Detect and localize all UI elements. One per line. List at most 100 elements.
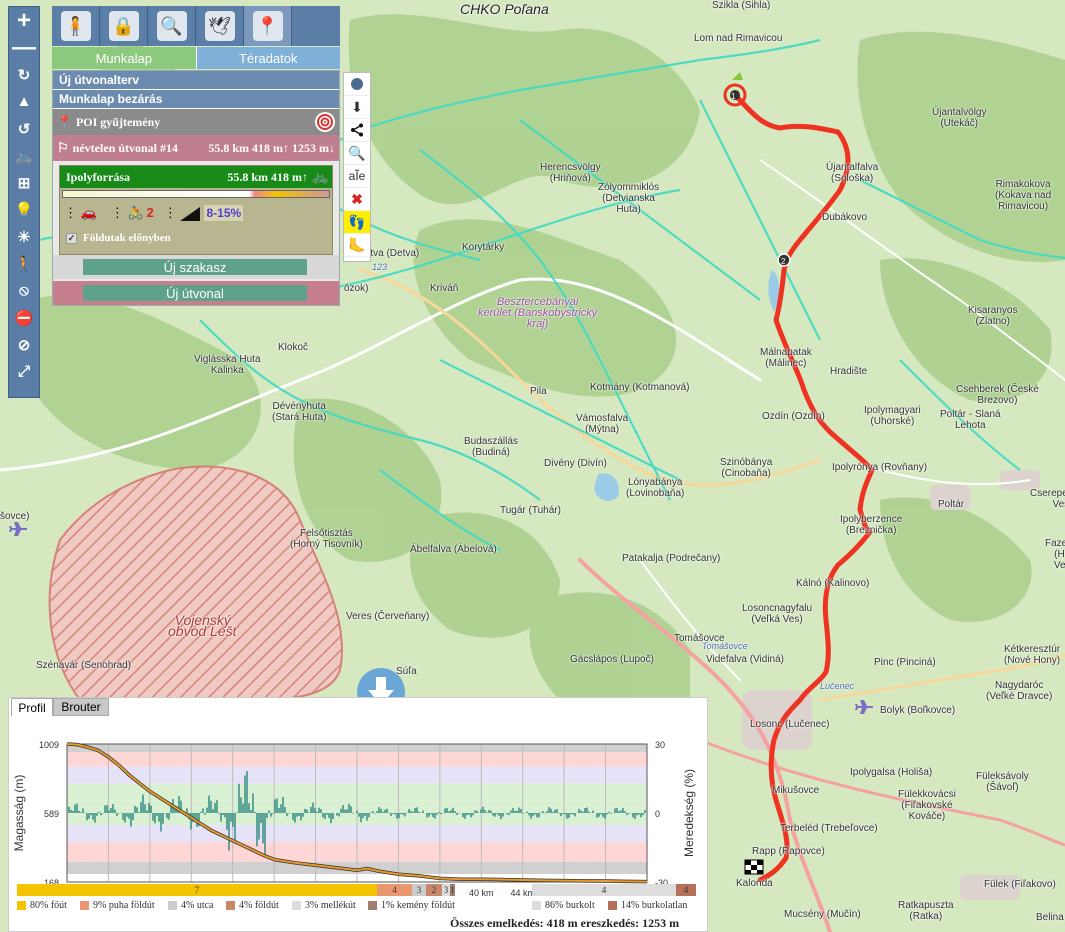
rotate-right-icon[interactable]: ↺ bbox=[9, 115, 39, 142]
no-bike-icon[interactable]: ⦸ bbox=[9, 277, 39, 304]
new-plan-button[interactable]: Új útvonalterv bbox=[53, 71, 339, 90]
lock-button[interactable]: 🔒 bbox=[100, 6, 148, 46]
place-label: Rapp (Rapovce) bbox=[752, 846, 825, 857]
segment-header[interactable]: Ipolyforrása 55.8 km 418 m↑ 🚲 bbox=[60, 166, 332, 188]
segment-box: Ipolyforrása 55.8 km 418 m↑ 🚲 ⋮ 🚗 ⋮ 🚴 2 ⋮… bbox=[59, 165, 333, 255]
elevation-chart[interactable]: 0 km4 km8 km12 km16 km20 km24 km28 km32 … bbox=[9, 716, 709, 906]
walker-icon[interactable]: 🚶 bbox=[9, 250, 39, 277]
layers-icon[interactable]: ⊞ bbox=[9, 169, 39, 196]
route-flag-icon: ⚐ bbox=[57, 140, 69, 155]
place-label: Belina bbox=[1036, 912, 1064, 923]
place-label: Ipolyrónya (Rovňany) bbox=[832, 462, 928, 473]
legend-swatch bbox=[608, 901, 617, 910]
place-label: Hradište bbox=[830, 366, 868, 377]
car-icon: 🚗 bbox=[80, 205, 97, 220]
share-icon[interactable] bbox=[344, 119, 370, 142]
surface-bar-segment: 3 bbox=[442, 884, 450, 896]
place-label: Újantalfalva (Sološka) bbox=[826, 162, 879, 184]
place-label: Mucsény (Mučín) bbox=[784, 909, 861, 920]
y2-axis-title: Meredekség (%) bbox=[682, 769, 696, 857]
panel-tabs: Munkalap Téradatok bbox=[52, 47, 340, 69]
zoom-in-icon[interactable]: + bbox=[9, 7, 39, 34]
tab-worksheet[interactable]: Munkalap bbox=[52, 47, 197, 69]
tab-spatial-data[interactable]: Téradatok bbox=[196, 47, 340, 69]
place-label: Szénavár (Senohrad) bbox=[36, 660, 132, 671]
zoom-out-icon[interactable]: — bbox=[9, 34, 39, 61]
delete-icon[interactable]: ✖ bbox=[344, 188, 370, 211]
location-pin-button[interactable]: 📍 bbox=[244, 6, 292, 46]
place-label: Klokoč bbox=[278, 342, 309, 353]
navigate-icon[interactable]: ▲ bbox=[9, 88, 39, 115]
zoom-route-icon[interactable]: 🔍 bbox=[344, 142, 370, 165]
segment-options: ⋮ 🚗 ⋮ 🚴 2 ⋮ 8-15% bbox=[60, 198, 332, 228]
surface-bar-segment: 4 bbox=[377, 884, 412, 896]
slope-option-value: 8-15% bbox=[204, 205, 244, 221]
place-label: Ratkapuszta (Ratka) bbox=[898, 900, 954, 922]
surface-bar-segment: 7 bbox=[17, 884, 377, 896]
route-row[interactable]: ⚐ névtelen útvonal #14 55.8 km 418 m↑ 12… bbox=[53, 135, 339, 161]
place-label: Pinc (Pinciná) bbox=[874, 657, 936, 668]
target-icon[interactable] bbox=[315, 112, 335, 132]
place-label: Vámosfalva (Mýtna) bbox=[576, 413, 629, 435]
place-label: Bolyk (Boľkovce) bbox=[880, 705, 956, 716]
place-label: Pila bbox=[530, 386, 547, 397]
bird-button[interactable]: 🕊 bbox=[196, 6, 244, 46]
route-marker-label: 1 bbox=[731, 92, 736, 101]
route-marker-label: 2 bbox=[781, 257, 786, 266]
legend-item: 9% puha földút bbox=[80, 900, 155, 911]
legend-swatch bbox=[80, 901, 89, 910]
waypoint-icon[interactable] bbox=[344, 73, 370, 96]
footprint-icon[interactable]: 👣 bbox=[344, 211, 370, 234]
y-tick-label: 589 bbox=[44, 809, 59, 819]
legend-item: 86% burkolt bbox=[532, 900, 595, 911]
close-worksheet-button[interactable]: Munkalap bezárás bbox=[53, 90, 339, 109]
place-label: Ábelfalva (Ábelová) bbox=[410, 544, 497, 555]
tab-brouter[interactable]: Brouter bbox=[53, 698, 109, 716]
place-label: Poltár - Slaná Lehota bbox=[940, 409, 1001, 431]
poi-collection-row[interactable]: 📍 POI gyűjtemény bbox=[53, 109, 339, 135]
checkbox[interactable]: ✓ bbox=[66, 232, 77, 244]
top-icon-bar: 🧍 🔒 🔍 🕊 📍 bbox=[52, 6, 340, 46]
lock-icon: 🔒 bbox=[108, 11, 139, 41]
place-label: Ipolyberzence (Breznička) bbox=[840, 514, 903, 536]
pavement-bar-segment: 4 bbox=[676, 884, 696, 896]
elevation-summary: Összes emelkedés: 418 m ereszkedés: 1253… bbox=[450, 916, 680, 930]
bicycle-icon[interactable]: 🚲 bbox=[312, 169, 329, 186]
place-label: Ipolygalsa (Holiša) bbox=[850, 767, 933, 778]
slope-icon bbox=[180, 206, 201, 221]
no-entry-icon[interactable]: ⛔ bbox=[9, 304, 39, 331]
place-label: Mikušovce bbox=[772, 785, 820, 796]
fullscreen-icon[interactable]: ⤢ bbox=[9, 358, 39, 385]
legend-label: 86% burkolt bbox=[545, 900, 595, 911]
no-car-icon[interactable]: ⊘ bbox=[9, 331, 39, 358]
tab-profile[interactable]: Profil bbox=[11, 698, 53, 716]
place-label: Fülek (Fiľakovo) bbox=[984, 879, 1056, 890]
search-icon: 🔍 bbox=[156, 11, 187, 41]
dirt-road-preference[interactable]: ✓ Földutak előnyben bbox=[60, 228, 332, 248]
sun-icon[interactable]: ☀ bbox=[9, 223, 39, 250]
new-section-button[interactable]: Új szakasz bbox=[83, 259, 307, 275]
new-route-button[interactable]: Új útvonal bbox=[83, 285, 307, 301]
slope-option[interactable]: ⋮ 8-15% bbox=[164, 205, 244, 221]
cyclist-option[interactable]: ⋮ 🚴 2 bbox=[111, 205, 154, 221]
text-cursor-icon[interactable]: aĨe bbox=[344, 165, 370, 188]
bicycle-icon[interactable]: 🚲 bbox=[9, 142, 39, 169]
rotate-left-icon[interactable]: ↻ bbox=[9, 61, 39, 88]
vehicle-option[interactable]: ⋮ 🚗 bbox=[64, 205, 97, 221]
x-tick-label: 40 km bbox=[469, 888, 494, 898]
place-label: Szinóbánya (Cinobaňa) bbox=[720, 457, 773, 479]
foot-icon[interactable]: 🦶 bbox=[344, 234, 370, 257]
legend-label: 9% puha földút bbox=[93, 900, 155, 911]
map-side-toolbar: + — ↻ ▲ ↺ 🚲 ⊞ 💡 ☀ 🚶 ⦸ ⛔ ⊘ ⤢ bbox=[8, 6, 40, 398]
place-label: Kétkeresztúr (Nové Hony) bbox=[1004, 644, 1061, 666]
bulb-icon[interactable]: 💡 bbox=[9, 196, 39, 223]
place-label: Dévényhuta (Stará Huta) bbox=[272, 401, 327, 423]
place-label: Zólyommiklós (Detvianska Huta) bbox=[598, 182, 660, 215]
person-pin-button[interactable]: 🧍 bbox=[52, 6, 100, 46]
arrow-down-icon[interactable]: ⬇ bbox=[344, 96, 370, 119]
place-label: Málnapatak (Málinec) bbox=[760, 347, 812, 369]
search-button[interactable]: 🔍 bbox=[148, 6, 196, 46]
place-label: Felsőtisztás (Horný Tisovník) bbox=[290, 528, 363, 550]
route-finish-flag[interactable] bbox=[744, 859, 764, 875]
surface-bar-segment: 2 bbox=[426, 884, 442, 896]
